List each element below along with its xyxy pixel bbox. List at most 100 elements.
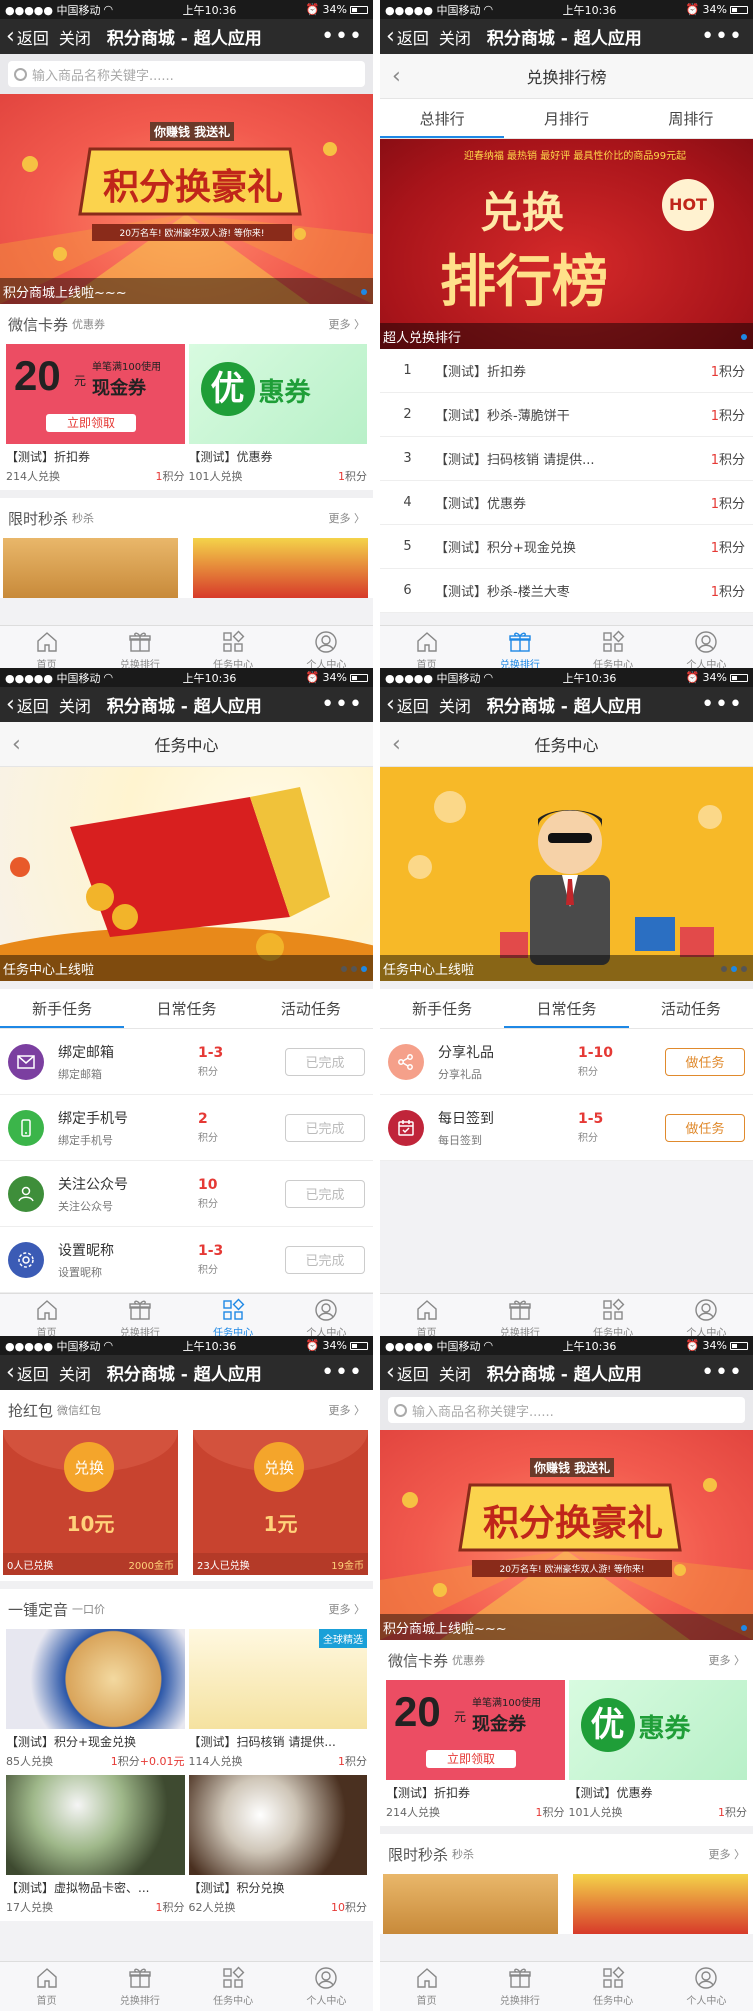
tab-ranking[interactable]: 兑换排行 [473,1962,566,2011]
task-done-button[interactable]: 已完成 [285,1245,365,1274]
task-done-button[interactable]: 已完成 [285,1179,365,1208]
tab-newbie[interactable]: 新手任务 [0,989,125,1028]
tab-daily[interactable]: 日常任务 [504,989,629,1028]
tab-newbie[interactable]: 新手任务 [380,989,504,1028]
red-envelope[interactable]: 兑换 10元 0人已兑换 2000金币 [3,1430,178,1575]
carousel-dot[interactable] [351,966,357,972]
close-button[interactable]: 关闭 [59,25,91,49]
close-button[interactable]: 关闭 [439,693,471,717]
task-row: 每日签到 每日签到 1-5 积分 做任务 [380,1095,753,1161]
ranking-banner[interactable]: 迎春纳福 最热销 最好评 最具性价比的商品99元起 兑换 排行榜 HOT 超人兑… [380,139,753,349]
back-button[interactable]: ‹ 返回 [6,1361,49,1385]
product-card[interactable]: 【测试】积分兑换 62人兑换 10积分 [187,1775,370,1915]
back-button[interactable]: ‹ 返回 [6,693,49,717]
flash-item-image[interactable] [573,1874,748,1934]
tab-daily[interactable]: 日常任务 [124,989,248,1028]
more-link[interactable]: 更多 〉 [329,1402,366,1418]
home-banner[interactable]: 你赚钱 我送礼 积分换豪礼 20万名车! 欧洲豪华双人游! 等你来! 积分商城上… [0,94,373,304]
back-button[interactable]: ‹ 返回 [386,25,429,49]
more-link[interactable]: 更多 〉 [709,1846,746,1862]
back-arrow-icon[interactable]: ‹ [392,64,401,89]
task-done-button[interactable]: 已完成 [285,1047,365,1076]
back-arrow-icon[interactable]: ‹ [392,732,401,757]
carousel-dot[interactable] [361,289,367,295]
tab-home[interactable]: 首页 [380,1962,473,2011]
coupon-card[interactable]: 优 惠券 【测试】优惠券 101人兑换 1积分 [187,344,370,484]
claim-button[interactable]: 立即领取 [46,414,136,432]
more-button[interactable]: ••• [321,25,363,48]
more-link[interactable]: 更多 〉 [329,510,366,526]
close-button[interactable]: 关闭 [59,693,91,717]
more-button[interactable]: ••• [321,1361,363,1384]
carousel-dot[interactable] [361,966,367,972]
product-card[interactable]: 【测试】虚拟物品卡密、... 17人兑换 1积分 [4,1775,187,1915]
clock: 上午10:36 [562,3,617,17]
more-button[interactable]: ••• [701,693,743,716]
more-link[interactable]: 更多 〉 [709,1652,746,1668]
tab-activity[interactable]: 活动任务 [629,989,753,1028]
back-button[interactable]: ‹ 返回 [386,693,429,717]
back-button[interactable]: ‹ 返回 [386,1361,429,1385]
tab-tasks[interactable]: 任务中心 [187,1962,280,2011]
flash-item-image[interactable] [383,1874,558,1934]
close-button[interactable]: 关闭 [439,1361,471,1385]
more-button[interactable]: ••• [321,693,363,716]
search-input[interactable]: 输入商品名称关键字...... [8,61,365,87]
tab-monthly[interactable]: 月排行 [504,99,628,138]
flash-item-image[interactable] [3,538,178,598]
close-button[interactable]: 关闭 [59,1361,91,1385]
coupon-card[interactable]: 20 元 单笔满100使用 现金券 立即领取 【测试】折扣券 214人兑换 1积分 [384,1680,567,1820]
do-task-button[interactable]: 做任务 [665,1047,745,1076]
chevron-left-icon: ‹ [386,691,395,717]
rank-row[interactable]: 1 【测试】折扣券 1积分 [380,349,753,393]
red-envelope[interactable]: 兑换 1元 23人已兑换 19金币 [193,1430,368,1575]
rank-points: 1 [710,541,719,556]
rank-row[interactable]: 5 【测试】积分+现金兑换 1积分 [380,525,753,569]
coupon-card[interactable]: 优 惠券 【测试】优惠券 101人兑换 1积分 [567,1680,750,1820]
status-bar: ●●●●● 中国移动 ◠ 上午10:36 ⏰ 34% [0,1336,373,1355]
rank-row[interactable]: 2 【测试】秒杀-薄脆饼干 1积分 [380,393,753,437]
task-done-button[interactable]: 已完成 [285,1113,365,1142]
flash-item-image[interactable] [193,538,368,598]
tab-profile[interactable]: 个人中心 [660,1962,753,2011]
carousel-dot[interactable] [741,334,747,340]
rank-row[interactable]: 6 【测试】秒杀-楼兰大枣 1积分 [380,569,753,613]
carousel-dot[interactable] [741,1625,747,1631]
more-link[interactable]: 更多 〉 [329,1601,366,1617]
home-banner[interactable]: 你赚钱 我送礼 积分换豪礼 20万名车! 欧洲豪华双人游! 等你来! 积分商城上… [380,1430,753,1640]
product-card[interactable]: 【测试】积分+现金兑换 85人兑换 1积分+0.01元 [4,1629,187,1769]
more-button[interactable]: ••• [701,1361,743,1384]
tab-tasks[interactable]: 任务中心 [567,1962,660,2011]
rank-row[interactable]: 4 【测试】优惠券 1积分 [380,481,753,525]
tab-home[interactable]: 首页 [0,1962,93,2011]
gift-icon [509,1968,531,1988]
search-input[interactable]: 输入商品名称关键字...... [388,1397,745,1423]
more-button[interactable]: ••• [701,25,743,48]
task-name: 设置昵称 [58,1242,114,1259]
banner-art [0,787,373,981]
tab-profile[interactable]: 个人中心 [280,1962,373,2011]
do-task-button[interactable]: 做任务 [665,1113,745,1142]
more-link[interactable]: 更多 〉 [329,316,366,332]
carousel-dot[interactable] [731,966,737,972]
carousel-dot[interactable] [341,966,347,972]
back-button[interactable]: ‹ 返回 [6,25,49,49]
carousel-dot[interactable] [741,966,747,972]
back-arrow-icon[interactable]: ‹ [12,732,21,757]
tab-weekly[interactable]: 周排行 [629,99,753,138]
banner-caption: 任务中心上线啦 [380,955,753,981]
coupon-card[interactable]: 20 元 单笔满100使用 现金券 立即领取 【测试】折扣券 214人兑换 1积分 [4,344,187,484]
close-button[interactable]: 关闭 [439,25,471,49]
product-card[interactable]: 全球精选 【测试】扫码核销 请提供... 114人兑换 1积分 [187,1629,370,1769]
tab-activity[interactable]: 活动任务 [249,989,373,1028]
redeem-coin: 兑换 [254,1442,304,1492]
rank-row[interactable]: 3 【测试】扫码核销 请提供... 1积分 [380,437,753,481]
tasks-banner[interactable]: 任务中心上线啦 [380,767,753,981]
alarm-icon: ⏰ [305,3,320,16]
claim-button[interactable]: 立即领取 [426,1750,516,1768]
points-value: 1 [338,1755,345,1768]
carousel-dot[interactable] [721,966,727,972]
tab-total[interactable]: 总排行 [380,99,505,138]
tab-ranking[interactable]: 兑换排行 [93,1962,186,2011]
tasks-banner[interactable]: 任务中心上线啦 [0,767,373,981]
